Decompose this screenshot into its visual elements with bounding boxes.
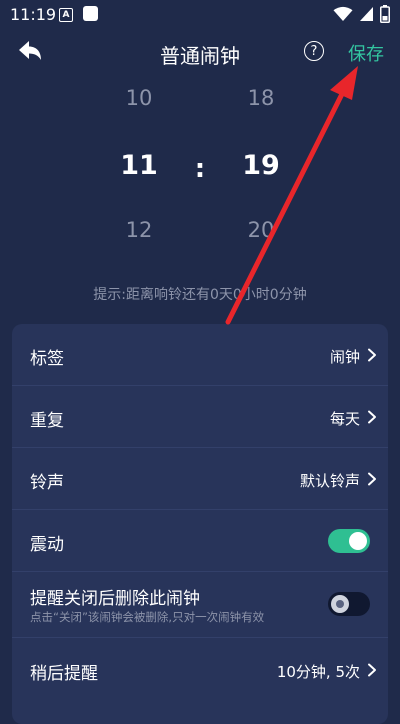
settings-card: 标签 闹钟 重复 每天 铃声 默认铃声 震动 提醒关闭后删除此闹钟 点击“关闭”… [12,324,388,724]
label-row-label: 标签 [30,349,64,369]
minute-prev[interactable]: 18 [231,86,291,110]
delete-after-row-label: 提醒关闭后删除此闹钟 [30,589,200,609]
signal-icon [360,7,373,21]
repeat-row[interactable]: 重复 每天 [12,386,388,448]
status-bar: 11:19 A [0,0,400,30]
hour-current[interactable]: 11 [109,150,169,181]
back-button[interactable] [16,38,44,66]
label-row[interactable]: 标签 闹钟 [12,324,388,386]
hour-prev[interactable]: 10 [109,86,169,110]
back-arrow-icon [19,41,41,60]
snooze-row-label: 稍后提醒 [30,664,98,684]
ringtone-row-label: 铃声 [30,473,64,493]
hour-wheel[interactable]: 10 11 12 [109,86,169,256]
ringtone-row-value: 默认铃声 [299,472,360,490]
repeat-row-label: 重复 [30,411,64,431]
delete-after-row-sublabel: 点击“关闭”该闹钟会被删除,只对一次闹钟有效 [30,610,265,624]
hour-next[interactable]: 12 [109,218,169,242]
wifi-icon [333,6,353,21]
delete-after-row: 提醒关闭后删除此闹钟 点击“关闭”该闹钟会被删除,只对一次闹钟有效 [12,572,388,638]
toggle-knob [349,532,367,550]
countdown-hint: 提示:距离响铃还有0天0小时0分钟 [93,287,307,303]
repeat-row-value: 每天 [329,410,360,428]
vibrate-toggle[interactable] [328,529,370,553]
label-row-value: 闹钟 [329,348,360,366]
chevron-right-icon [368,663,376,677]
vibrate-row: 震动 [12,510,388,572]
chevron-right-icon [368,348,376,362]
notification-a-icon: A [59,8,73,22]
chevron-right-icon [368,472,376,486]
notification-square-icon [83,6,98,21]
toggle-knob [331,595,349,613]
status-time: 11:19 [10,5,57,24]
app-header: 普通闹钟 ? 保存 [0,30,400,74]
delete-after-toggle[interactable] [328,592,370,616]
page-title: 普通闹钟 [160,44,240,68]
minute-current[interactable]: 19 [231,150,291,181]
vibrate-row-label: 震动 [30,535,64,555]
ringtone-row[interactable]: 铃声 默认铃声 [12,448,388,510]
snooze-row-value: 10分钟, 5次 [276,663,360,681]
status-right-icons [333,5,390,23]
chevron-right-icon [368,410,376,424]
help-button[interactable]: ? [304,41,324,61]
minute-wheel[interactable]: 18 19 20 [231,86,291,256]
save-button[interactable]: 保存 [348,40,384,66]
battery-icon [380,5,390,23]
time-picker: 10 11 12 : 18 19 20 [0,86,400,256]
snooze-row[interactable]: 稍后提醒 10分钟, 5次 [12,638,388,702]
help-icon: ? [310,44,318,59]
minute-next[interactable]: 20 [231,218,291,242]
time-separator: : [194,154,206,184]
